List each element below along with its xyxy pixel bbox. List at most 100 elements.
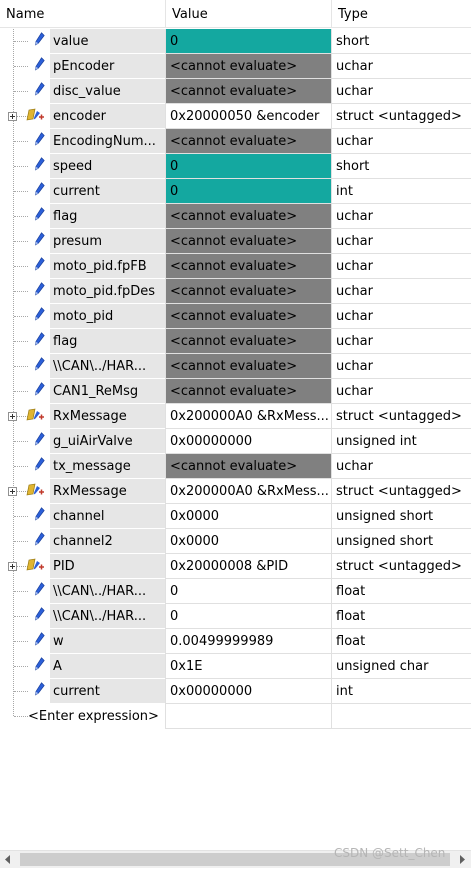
watch-name[interactable]: flag [50, 329, 165, 353]
watch-value[interactable]: <cannot evaluate> [166, 204, 331, 228]
watch-row[interactable]: pEncoder <cannot evaluate> uchar [0, 54, 471, 79]
expand-plus-icon[interactable] [8, 562, 17, 571]
watch-name[interactable]: PID [50, 554, 165, 578]
watch-value[interactable]: 0 [166, 579, 331, 603]
watch-value[interactable]: 0x20000008 &PID [166, 554, 331, 578]
watch-row[interactable]: PID 0x20000008 &PID struct <untagged> [0, 554, 471, 579]
struct-icon [26, 482, 46, 501]
watch-name[interactable]: CAN1_ReMsg [50, 379, 165, 403]
expand-plus-icon[interactable] [8, 112, 17, 121]
tree-connector [14, 716, 28, 717]
watch-type: uchar [332, 329, 471, 353]
watch-name[interactable]: moto_pid.fpFB [50, 254, 165, 278]
enter-expression-row[interactable]: <Enter expression> [0, 704, 471, 729]
watch-value[interactable]: <cannot evaluate> [166, 279, 331, 303]
watch-value[interactable]: <cannot evaluate> [166, 454, 331, 478]
watch-name[interactable]: tx_message [50, 454, 165, 478]
watch-value[interactable]: 0 [166, 154, 331, 178]
watch-value[interactable]: <cannot evaluate> [166, 129, 331, 153]
watch-row[interactable]: presum <cannot evaluate> uchar [0, 229, 471, 254]
watch-row[interactable]: \\CAN\../HAR... <cannot evaluate> uchar [0, 354, 471, 379]
watch-value[interactable]: 0x00000000 [166, 679, 331, 703]
watch-row[interactable]: g_uiAirValve 0x00000000 unsigned int [0, 429, 471, 454]
watch-row[interactable]: encoder 0x20000050 &encoder struct <untagg… [0, 104, 471, 129]
watch-row[interactable]: flag <cannot evaluate> uchar [0, 204, 471, 229]
watch-value[interactable]: <cannot evaluate> [166, 79, 331, 103]
watch-row[interactable]: \\CAN\../HAR... 0 float [0, 604, 471, 629]
watch-name[interactable]: disc_value [50, 79, 165, 103]
watch-name[interactable]: g_uiAirValve [50, 429, 165, 453]
watch-row[interactable]: EncodingNum... <cannot evaluate> uchar [0, 129, 471, 154]
watch-row[interactable]: moto_pid.fpDes <cannot evaluate> uchar [0, 279, 471, 304]
watch-row[interactable]: speed 0 short [0, 154, 471, 179]
watch-name[interactable]: \\CAN\../HAR... [50, 579, 165, 603]
watch-name[interactable]: flag [50, 204, 165, 228]
watch-row[interactable]: A 0x1E unsigned char [0, 654, 471, 679]
watch-name[interactable]: encoder [50, 104, 165, 128]
watch-value[interactable]: 0x20000050 &encoder [166, 104, 331, 128]
scroll-right-button[interactable] [454, 851, 471, 868]
watch-name[interactable]: EncodingNum... [50, 129, 165, 153]
watch-value[interactable]: <cannot evaluate> [166, 304, 331, 328]
watch-name[interactable]: value [50, 29, 165, 53]
watch-name[interactable]: channel2 [50, 529, 165, 553]
watch-value[interactable]: 0x200000A0 &RxMess... [166, 479, 331, 503]
watch-value[interactable]: 0x1E [166, 654, 331, 678]
watch-value[interactable]: 0.00499999989 [166, 629, 331, 653]
watch-value[interactable]: 0x00000000 [166, 429, 331, 453]
watch-value[interactable]: <cannot evaluate> [166, 379, 331, 403]
watch-row[interactable]: current 0 int [0, 179, 471, 204]
watch-value[interactable]: <cannot evaluate> [166, 229, 331, 253]
watch-value[interactable]: <cannot evaluate> [166, 354, 331, 378]
enter-expression-input[interactable]: <Enter expression> [28, 704, 159, 728]
watch-name[interactable]: current [50, 679, 165, 703]
watch-name[interactable]: current [50, 179, 165, 203]
scroll-left-button[interactable] [0, 851, 17, 868]
watch-name[interactable]: moto_pid.fpDes [50, 279, 165, 303]
watch-row[interactable]: current 0x00000000 int [0, 679, 471, 704]
watch-value[interactable]: <cannot evaluate> [166, 254, 331, 278]
tree-connector [14, 691, 28, 692]
watch-row[interactable]: moto_pid <cannot evaluate> uchar [0, 304, 471, 329]
watch-value[interactable]: 0x0000 [166, 529, 331, 553]
watch-name[interactable]: RxMessage [50, 404, 165, 428]
watch-row[interactable]: flag <cannot evaluate> uchar [0, 329, 471, 354]
value-column-header[interactable]: Value [166, 0, 332, 28]
watch-row[interactable]: w 0.00499999989 float [0, 629, 471, 654]
watch-name[interactable]: pEncoder [50, 54, 165, 78]
watch-row[interactable]: moto_pid.fpFB <cannot evaluate> uchar [0, 254, 471, 279]
watch-row[interactable]: channel2 0x0000 unsigned short [0, 529, 471, 554]
name-column-header[interactable]: Name [0, 0, 166, 28]
watch-name[interactable]: A [50, 654, 165, 678]
watch-name[interactable]: w [50, 629, 165, 653]
expand-plus-icon[interactable] [8, 487, 17, 496]
tree-connector [14, 641, 28, 642]
tree-connector [14, 41, 28, 42]
watch-name[interactable]: speed [50, 154, 165, 178]
watch-name[interactable]: RxMessage [50, 479, 165, 503]
watch-row[interactable]: \\CAN\../HAR... 0 float [0, 579, 471, 604]
expand-plus-icon[interactable] [8, 412, 17, 421]
watch-value[interactable]: <cannot evaluate> [166, 54, 331, 78]
watch-name[interactable]: moto_pid [50, 304, 165, 328]
variable-icon [34, 32, 45, 50]
watch-value[interactable]: <cannot evaluate> [166, 329, 331, 353]
watch-row[interactable]: value 0 short [0, 29, 471, 54]
variable-icon [34, 607, 45, 625]
watch-row[interactable]: RxMessage 0x200000A0 &RxMess... struct <un… [0, 479, 471, 504]
watch-value[interactable]: 0x200000A0 &RxMess... [166, 404, 331, 428]
watch-name[interactable]: \\CAN\../HAR... [50, 354, 165, 378]
watch-row[interactable]: channel 0x0000 unsigned short [0, 504, 471, 529]
watch-row[interactable]: tx_message <cannot evaluate> uchar [0, 454, 471, 479]
watch-row[interactable]: CAN1_ReMsg <cannot evaluate> uchar [0, 379, 471, 404]
watch-value[interactable]: 0 [166, 604, 331, 628]
watch-row[interactable]: disc_value <cannot evaluate> uchar [0, 79, 471, 104]
watch-value[interactable]: 0 [166, 179, 331, 203]
watch-name[interactable]: presum [50, 229, 165, 253]
watch-value[interactable]: 0 [166, 29, 331, 53]
watch-name[interactable]: \\CAN\../HAR... [50, 604, 165, 628]
type-column-header[interactable]: Type [332, 0, 471, 28]
watch-row[interactable]: RxMessage 0x200000A0 &RxMess... struct <un… [0, 404, 471, 429]
watch-name[interactable]: channel [50, 504, 165, 528]
watch-value[interactable]: 0x0000 [166, 504, 331, 528]
